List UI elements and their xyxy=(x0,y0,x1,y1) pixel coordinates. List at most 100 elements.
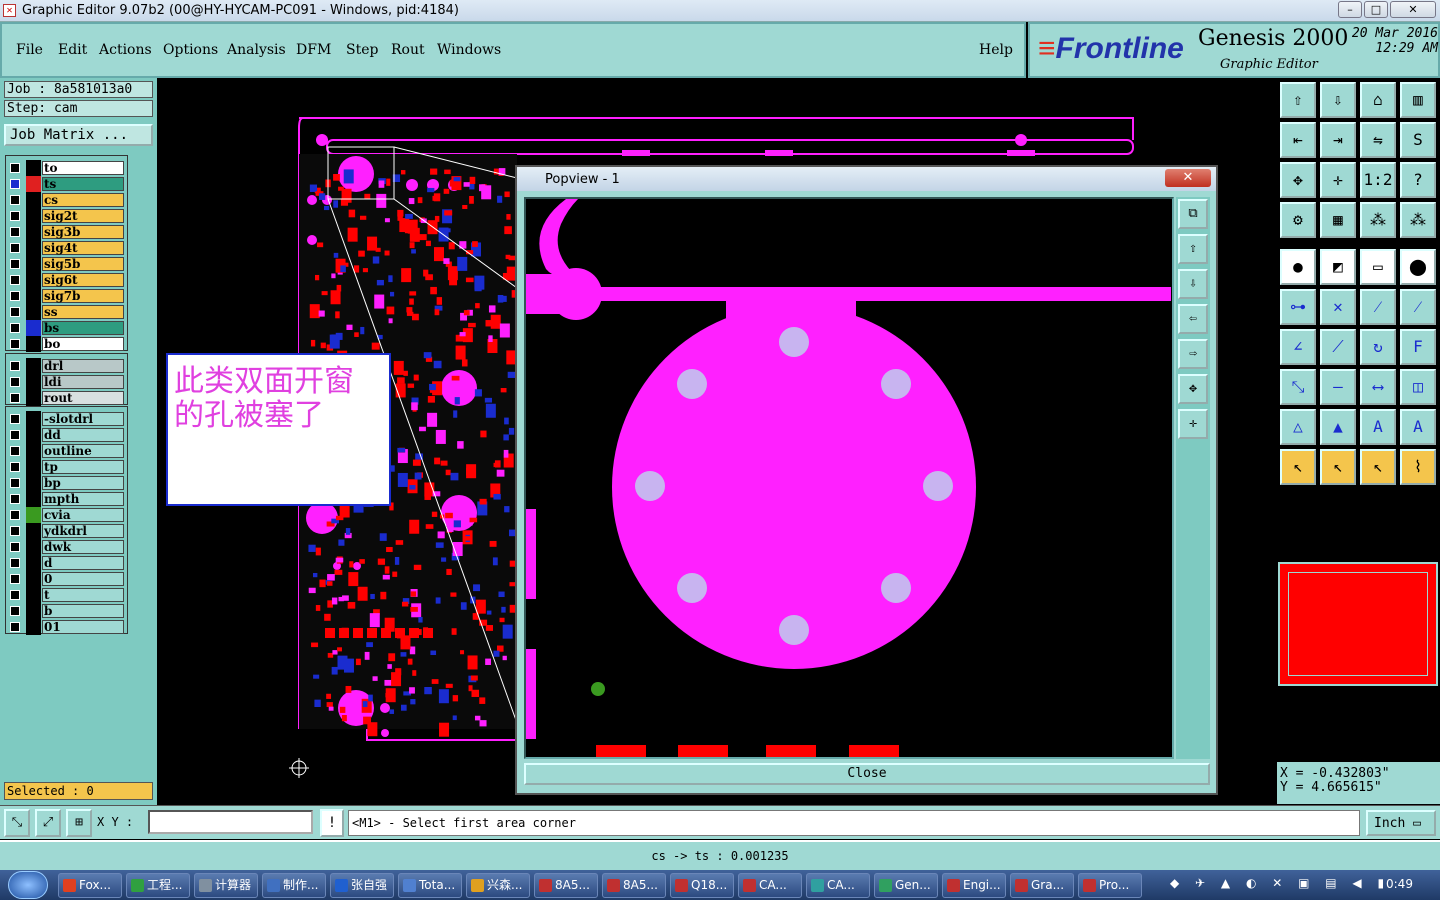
tool-center-icon[interactable]: ✛ xyxy=(1320,162,1356,198)
layer-name[interactable]: bp xyxy=(42,476,124,490)
layer-row-cs[interactable]: cs xyxy=(6,192,126,208)
tool-ruler-icon[interactable]: ▭ xyxy=(1360,249,1396,285)
taskbar-item[interactable]: Q18... xyxy=(670,873,734,898)
menu-help[interactable]: Help xyxy=(979,42,1013,58)
layer-row-cvia[interactable]: cvia xyxy=(6,507,126,523)
layer-color-swatch[interactable] xyxy=(26,587,41,603)
tool-pointer2-icon[interactable]: ↖ xyxy=(1320,449,1356,485)
layer-checkbox[interactable] xyxy=(10,291,20,301)
layer-color-swatch[interactable] xyxy=(26,571,41,587)
taskbar-item[interactable]: Gen... xyxy=(874,873,938,898)
layer-row-ydkdrl[interactable]: ydkdrl xyxy=(6,523,126,539)
layer-name[interactable]: sig7b xyxy=(42,289,124,303)
popview-close-button[interactable]: Close xyxy=(524,763,1210,785)
tool-align-icon[interactable]: ⟷ xyxy=(1360,369,1396,405)
layer-row-b[interactable]: b xyxy=(6,603,126,619)
layer-name[interactable]: ts xyxy=(42,177,124,191)
layer-row-ldi[interactable]: ldi xyxy=(6,374,126,390)
layer-name[interactable]: d xyxy=(42,556,124,570)
layer-color-swatch[interactable] xyxy=(26,619,41,635)
tool-cross-icon[interactable]: ✕ xyxy=(1320,289,1356,325)
tool-house-icon[interactable]: ⌂ xyxy=(1360,82,1396,118)
layer-color-swatch[interactable] xyxy=(26,240,41,256)
start-button[interactable] xyxy=(8,871,48,899)
taskbar-item[interactable]: Fox... xyxy=(58,873,122,898)
taskbar-item[interactable]: Gra... xyxy=(1010,873,1074,898)
layer-color-swatch[interactable] xyxy=(26,272,41,288)
layer-color-swatch[interactable] xyxy=(26,160,41,176)
layer-row-sig2t[interactable]: sig2t xyxy=(6,208,126,224)
layer-checkbox[interactable] xyxy=(10,361,20,371)
layer-checkbox[interactable] xyxy=(10,243,20,253)
layer-checkbox[interactable] xyxy=(10,211,20,221)
menu-edit[interactable]: Edit xyxy=(58,42,87,58)
layer-checkbox[interactable] xyxy=(10,462,20,472)
layer-checkbox[interactable] xyxy=(10,307,20,317)
tool-line-icon[interactable]: ⁄ xyxy=(1360,289,1396,325)
tool-mirror-icon[interactable]: ⇋ xyxy=(1360,122,1396,158)
layer-color-swatch[interactable] xyxy=(26,320,41,336)
tool-right-icon[interactable]: ⇥ xyxy=(1320,122,1356,158)
layer-checkbox[interactable] xyxy=(10,195,20,205)
layer-name[interactable]: cvia xyxy=(42,508,124,522)
taskbar-item[interactable]: 工程... xyxy=(126,873,190,898)
layer-row-sig7b[interactable]: sig7b xyxy=(6,288,126,304)
layer-color-swatch[interactable] xyxy=(26,539,41,555)
tool-redraw-icon[interactable]: S xyxy=(1400,122,1436,158)
layer-name[interactable]: tp xyxy=(42,460,124,474)
layer-checkbox[interactable] xyxy=(10,622,20,632)
layer-row-t[interactable]: t xyxy=(6,587,126,603)
layer-name[interactable]: -slotdrl xyxy=(42,412,124,426)
layer-name[interactable]: to xyxy=(42,161,124,175)
layer-row-outline[interactable]: outline xyxy=(6,443,126,459)
taskbar-item[interactable]: CA... xyxy=(738,873,802,898)
snap-icon[interactable]: ⤡ xyxy=(4,809,30,837)
layer-color-swatch[interactable] xyxy=(26,459,41,475)
layer-name[interactable]: bs xyxy=(42,321,124,335)
job-matrix-button[interactable]: Job Matrix ... xyxy=(4,124,153,146)
layer-checkbox[interactable] xyxy=(10,446,20,456)
layer-color-swatch[interactable] xyxy=(26,192,41,208)
tool-move-icon[interactable]: ⤡ xyxy=(1280,369,1316,405)
pop-zoom-out-icon[interactable]: ✛ xyxy=(1178,409,1208,439)
tool-tri1-icon[interactable]: △ xyxy=(1280,409,1316,445)
layer-name[interactable]: sig2t xyxy=(42,209,124,223)
tool-snap-icon[interactable]: ⁂ xyxy=(1360,202,1396,238)
xy-input[interactable] xyxy=(148,810,313,834)
tool-grid-icon[interactable]: ▦ xyxy=(1320,202,1356,238)
layer-row-tp[interactable]: tp xyxy=(6,459,126,475)
layer-row-sig3b[interactable]: sig3b xyxy=(6,224,126,240)
layer-color-swatch[interactable] xyxy=(26,555,41,571)
layer-checkbox[interactable] xyxy=(10,478,20,488)
tool-tri4-icon[interactable]: A xyxy=(1400,409,1436,445)
grid-snap-icon[interactable]: ⊞ xyxy=(66,809,92,837)
layer-checkbox[interactable] xyxy=(10,510,20,520)
layer-name[interactable]: sig6t xyxy=(42,273,124,287)
layer-name[interactable]: 0 xyxy=(42,572,124,586)
layer-color-swatch[interactable] xyxy=(26,176,41,192)
menu-analysis[interactable]: Analysis xyxy=(227,42,286,58)
layer-name[interactable]: rout xyxy=(42,391,124,405)
layer-color-swatch[interactable] xyxy=(26,224,41,240)
popview-canvas[interactable] xyxy=(524,197,1174,759)
minimize-button[interactable]: – xyxy=(1338,1,1362,18)
layer-checkbox[interactable] xyxy=(10,558,20,568)
menu-windows[interactable]: Windows xyxy=(437,42,501,58)
layer-name[interactable]: ss xyxy=(42,305,124,319)
layer-color-swatch[interactable] xyxy=(26,523,41,539)
layer-color-swatch[interactable] xyxy=(26,256,41,272)
menu-step[interactable]: Step xyxy=(346,42,378,58)
layer-checkbox[interactable] xyxy=(10,542,20,552)
tool-left-icon[interactable]: ⇤ xyxy=(1280,122,1316,158)
pop-pan-right-icon[interactable]: ⇨ xyxy=(1178,339,1208,369)
layer-checkbox[interactable] xyxy=(10,590,20,600)
menu-actions[interactable]: Actions xyxy=(99,42,152,58)
menu-dfm[interactable]: DFM xyxy=(296,42,331,58)
tool-panel-icon[interactable]: ▥ xyxy=(1400,82,1436,118)
tool-pad-icon[interactable]: ● xyxy=(1280,249,1316,285)
layer-checkbox[interactable] xyxy=(10,393,20,403)
tool-shape-icon[interactable]: ◫ xyxy=(1400,369,1436,405)
layer-color-swatch[interactable] xyxy=(26,427,41,443)
layer-row-slotdrl[interactable]: -slotdrl xyxy=(6,411,126,427)
layer-name[interactable]: dwk xyxy=(42,540,124,554)
